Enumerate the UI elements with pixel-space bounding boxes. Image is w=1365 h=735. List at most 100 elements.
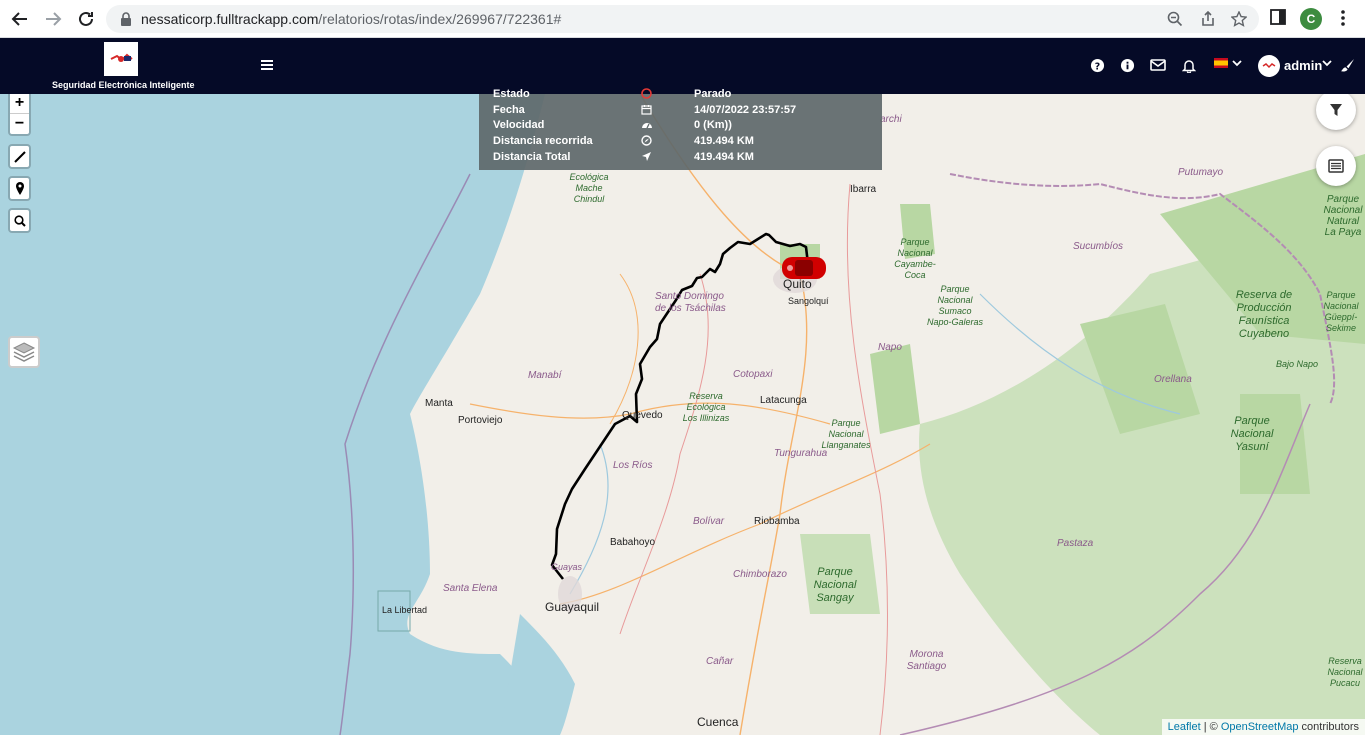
map-label-chimborazo: Chimborazo	[733, 569, 787, 580]
reload-icon[interactable]	[76, 9, 96, 29]
logo-mark-icon	[110, 53, 133, 62]
zoom-box-button[interactable]	[10, 210, 29, 231]
zoom-icon[interactable]	[1167, 11, 1183, 27]
zoom-control: + −	[8, 94, 31, 136]
browser-toolbar: nessaticorp.fulltrackapp.com/relatorios/…	[0, 0, 1365, 38]
map-label-manabi: Manabí	[528, 370, 562, 381]
filter-icon	[1330, 104, 1342, 116]
info-value: 419.494 KM	[694, 135, 754, 147]
measure-ruler-button[interactable]	[10, 146, 29, 167]
calendar-icon	[641, 105, 652, 115]
map-label-quevedo: Quevedo	[622, 410, 663, 421]
help-icon[interactable]: ?	[1090, 58, 1105, 73]
stop-icon	[641, 88, 652, 99]
map-label-santa-elena: Santa Elena	[443, 583, 498, 594]
map-label-sucumbios: Sucumbíos	[1073, 241, 1124, 252]
spain-flag-icon[interactable]	[1214, 58, 1228, 68]
layers-button[interactable]	[8, 336, 40, 368]
url-domain: nessaticorp.fulltrackapp.com	[141, 11, 319, 27]
lock-icon	[121, 12, 131, 26]
info-label: Distancia recorrida	[493, 135, 593, 147]
list-panel-button[interactable]	[1316, 146, 1356, 186]
map-label-latacunga: Latacunga	[760, 395, 807, 406]
info-icon[interactable]	[1120, 58, 1135, 73]
add-marker-button[interactable]	[10, 178, 29, 199]
map-label-cuenca: Cuenca	[697, 715, 739, 729]
url-path: /relatorios/rotas/index/269967/722361#	[318, 11, 562, 27]
back-arrow-icon[interactable]	[10, 9, 30, 29]
map-label-park-sumaco: Parque Nacional Sumaco Napo-Galeras	[926, 284, 984, 327]
layers-icon	[12, 342, 36, 362]
map-label-los-rios: Los Ríos	[613, 460, 653, 471]
map-label-park-natural: Parque Nacional Natural La Paya	[1323, 194, 1363, 238]
info-value: 0 (Km))	[694, 119, 732, 131]
user-name[interactable]: admin	[1284, 58, 1322, 73]
side-panel-icon[interactable]	[1270, 9, 1286, 25]
map-label-manta: Manta	[425, 398, 453, 409]
map-label-guayaquil: Guayaquil	[545, 600, 600, 614]
map-label-santo-domingo: Santo Domingo de los Tsáchilas	[655, 291, 726, 314]
map-label-riobamba: Riobamba	[754, 516, 800, 527]
map-attribution: Leaflet | © OpenStreetMap contributors	[1161, 719, 1365, 735]
map-label-res-pucacu: Reserva Nacional Pucacu	[1327, 656, 1363, 688]
map-label-park-sangay: Parque Nacional Sangay	[813, 566, 857, 604]
chevron-down-icon[interactable]	[1232, 58, 1242, 68]
measure-control	[8, 144, 31, 169]
svg-text:?: ?	[1095, 61, 1100, 72]
map-label-res-illinizas: Reserva Ecológica Los Illinizas	[682, 391, 730, 423]
compass-icon	[641, 135, 652, 146]
map-label-bolivar: Bolívar	[693, 516, 725, 527]
profile-avatar[interactable]: C	[1300, 8, 1322, 30]
info-label: Estado	[493, 88, 530, 100]
app-header: Seguridad Electrónica Inteligente ? admi…	[0, 38, 1365, 94]
map-label-morona: Morona Santiago	[906, 649, 947, 672]
bookmark-star-icon[interactable]	[1231, 11, 1247, 27]
map-label-portoviejo: Portoviejo	[458, 415, 503, 426]
map-label-res-cuyabeno: Reserva de Producción Faunística Cuyaben…	[1235, 289, 1293, 340]
zoom-in-button[interactable]: +	[10, 94, 29, 113]
user-chevron-down-icon[interactable]	[1322, 58, 1332, 68]
paint-brush-icon[interactable]	[1340, 58, 1355, 73]
osm-link[interactable]: OpenStreetMap	[1221, 721, 1299, 733]
ruler-icon	[13, 150, 26, 163]
location-arrow-icon	[642, 152, 651, 161]
brand-tagline: Seguridad Electrónica Inteligente	[52, 80, 195, 90]
share-icon[interactable]	[1200, 11, 1216, 27]
attribution-contributors: contributors	[1298, 721, 1359, 733]
map-label-park-gueppi: Parque Nacional Güeppí-Sekime	[1323, 290, 1359, 333]
info-value: Parado	[694, 88, 732, 100]
map-label-la-libertad: La Libertad	[382, 605, 428, 615]
company-logo[interactable]	[104, 42, 138, 76]
map-label-park-llanganates: Parque Nacional Llanganates	[821, 418, 871, 450]
map-label-orellana: Orellana	[1154, 374, 1192, 385]
map-label-imbabura: archi	[880, 114, 902, 125]
map-label-sangolqui: Sangolquí	[788, 296, 829, 306]
map-label-putumayo: Putumayo	[1178, 167, 1224, 178]
leaflet-link[interactable]: Leaflet	[1168, 721, 1201, 733]
vehicle-info-panel: Estado Parado Fecha 14/07/2022 23:57:57 …	[479, 88, 882, 170]
marker-control	[8, 176, 31, 201]
envelope-icon[interactable]	[1150, 58, 1166, 72]
map-label-ibarra: Ibarra	[850, 184, 877, 195]
map-label-guayas: Guayas	[551, 562, 583, 572]
info-label: Distancia Total	[493, 151, 571, 163]
forward-arrow-icon[interactable]	[43, 9, 63, 29]
address-bar[interactable]: nessaticorp.fulltrackapp.com/relatorios/…	[106, 5, 1259, 33]
info-label: Fecha	[493, 104, 525, 116]
hamburger-menu-icon[interactable]	[261, 59, 273, 71]
user-logo-icon	[1262, 63, 1276, 69]
admin-avatar[interactable]	[1258, 55, 1280, 77]
route-map[interactable]: Quito Guayaquil Cuenca Ibarra Sangolquí …	[0, 94, 1365, 735]
kebab-menu-icon[interactable]	[1336, 9, 1350, 27]
bell-icon[interactable]	[1182, 58, 1196, 73]
zoom-out-button[interactable]: −	[10, 113, 29, 134]
map-label-res-mache: Ecológica Mache Chindul	[569, 172, 609, 204]
map-label-bajo-napo: Bajo Napo	[1276, 359, 1319, 369]
map-label-park-cayambe: Parque Nacional Cayambe-Coca	[894, 237, 936, 280]
map-label-quito: Quito	[783, 277, 812, 291]
info-value: 419.494 KM	[694, 151, 754, 163]
vehicle-marker-icon[interactable]	[782, 257, 826, 279]
info-label: Velocidad	[493, 119, 545, 131]
map-label-babahoyo: Babahoyo	[610, 537, 656, 548]
speedometer-icon	[642, 123, 652, 129]
